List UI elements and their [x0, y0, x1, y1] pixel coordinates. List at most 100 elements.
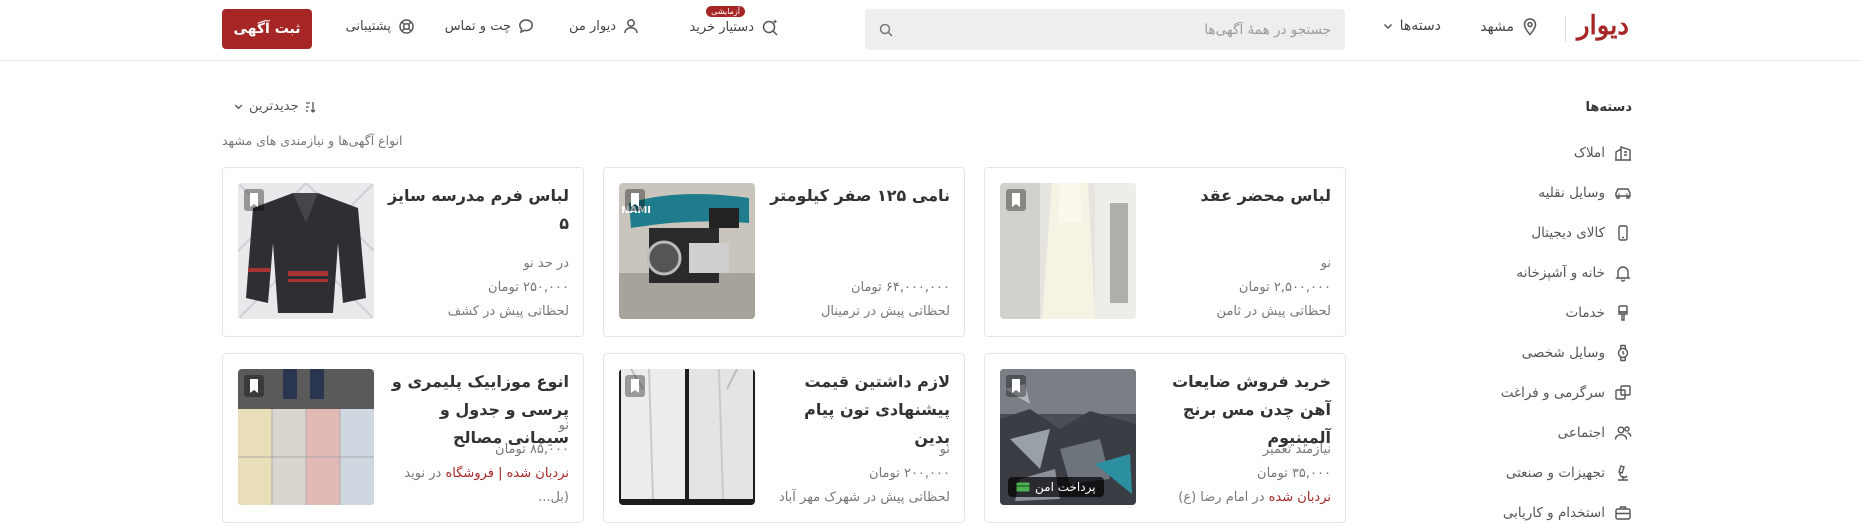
- car-icon: [1615, 188, 1631, 199]
- sidebar-item-services[interactable]: خدمات: [1462, 293, 1632, 333]
- listing-image-tiles[interactable]: [238, 369, 374, 505]
- listing-condition: نو: [1320, 256, 1331, 271]
- ladder-badge: نردبان شده | فروشگاه: [445, 466, 569, 481]
- sidebar-item-label: وسایل شخصی: [1521, 345, 1605, 361]
- sidebar-item-industrial[interactable]: تجهیزات و صنعتی: [1462, 453, 1632, 493]
- listing-condition: در حد نو: [523, 256, 569, 271]
- logo[interactable]: دیوار: [1577, 11, 1630, 41]
- sidebar-item-personal[interactable]: وسایل شخصی: [1462, 333, 1632, 373]
- listing-meta: در حد نو ۲۵۰,۰۰۰ تومان لحظاتی پیش در کشف: [383, 252, 569, 324]
- listing-card[interactable]: نامی ۱۲۵ صفر کیلومتر ۶۴,۰۰۰,۰۰۰ تومان لح…: [603, 167, 965, 337]
- bookmark-icon[interactable]: [625, 189, 645, 211]
- buy-assistant-label: دستیار خرید: [689, 19, 754, 35]
- sidebar-item-leisure[interactable]: سرگرمی و فراغت: [1462, 373, 1632, 413]
- header-divider: [1565, 16, 1566, 42]
- listing-card[interactable]: لباس فرم مدرسه سایز ۵ در حد نو ۲۵۰,۰۰۰ ت…: [222, 167, 584, 337]
- sidebar-item-home-kitchen[interactable]: خانه و آشپزخانه: [1462, 253, 1632, 293]
- listing-price: ۲۰۰,۰۰۰ تومان: [869, 466, 950, 481]
- location-pin-icon: [1523, 18, 1537, 36]
- post-ad-button[interactable]: ثبت آگهی: [222, 9, 312, 49]
- lifebuoy-icon: [399, 19, 414, 34]
- chevron-down-icon: [1383, 23, 1392, 30]
- people-icon: [1614, 426, 1632, 440]
- buy-assistant-link[interactable]: دستیار خرید آزمایشی: [689, 6, 779, 36]
- brush-icon: [1618, 305, 1628, 321]
- listings-grid: لباس محضر عقد نو ۲,۵۰۰,۰۰۰ تومان لحظاتی …: [222, 167, 1346, 523]
- listing-time-location: لحظاتی پیش در ثامن: [1216, 304, 1331, 319]
- listing-price: ۲,۵۰۰,۰۰۰ تومان: [1238, 280, 1331, 295]
- bookmark-icon[interactable]: [244, 189, 264, 211]
- support-link[interactable]: پشتیبانی: [346, 18, 415, 35]
- listing-card[interactable]: لازم داشتین قیمت پیشنهادی تون پیام بدین …: [603, 353, 965, 523]
- listing-price: ۳۵,۰۰۰ تومان: [1257, 466, 1331, 481]
- sidebar-item-label: املاک: [1573, 145, 1605, 161]
- sidebar-item-label: استخدام و کاریابی: [1502, 505, 1605, 521]
- listing-image-scrap-metal[interactable]: پرداخت امن: [1000, 369, 1136, 505]
- city-selector[interactable]: مشهد: [1480, 18, 1538, 36]
- listing-card[interactable]: خرید فروش ضایعات آهن چدن مس برنج آلمینیو…: [984, 353, 1346, 523]
- listing-time-location: لحظاتی پیش در شهرک مهر آباد: [778, 490, 950, 505]
- phone-icon: [1618, 225, 1628, 241]
- sidebar-item-digital[interactable]: کالای دیجیتال: [1462, 213, 1632, 253]
- chat-label: چت و تماس: [444, 18, 511, 34]
- card-icon: [1016, 482, 1030, 492]
- sidebar-item-real-estate[interactable]: املاک: [1462, 133, 1632, 173]
- listing-card[interactable]: لباس محضر عقد نو ۲,۵۰۰,۰۰۰ تومان لحظاتی …: [984, 167, 1346, 337]
- search-bar[interactable]: [865, 9, 1345, 50]
- sort-label: جدیدترین: [249, 99, 299, 114]
- listing-time-location: لحظاتی پیش در کشف: [447, 304, 569, 319]
- briefcase-icon: [1615, 506, 1631, 520]
- secure-payment-badge: پرداخت امن: [1008, 477, 1104, 497]
- bookmark-icon[interactable]: [1006, 189, 1026, 211]
- listing-price: ۲۵۰,۰۰۰ تومان: [488, 280, 569, 295]
- sidebar-item-label: وسایل نقلیه: [1538, 185, 1605, 201]
- chat-link[interactable]: چت و تماس: [445, 18, 534, 34]
- chat-bubble-icon: [519, 19, 533, 34]
- listing-card[interactable]: انوع موزاییک پلیمری و پرسی و جدول و سیما…: [222, 353, 584, 523]
- bookmark-icon[interactable]: [1006, 375, 1026, 397]
- microscope-icon: [1618, 465, 1628, 481]
- city-label: مشهد: [1480, 19, 1514, 35]
- sparkle-search-icon: [762, 19, 778, 36]
- sidebar-item-label: کالای دیجیتال: [1531, 225, 1605, 241]
- support-label: پشتیبانی: [345, 19, 391, 34]
- listing-title[interactable]: لباس محضر عقد: [1145, 182, 1331, 210]
- listing-meta: نو ۲,۵۰۰,۰۰۰ تومان لحظاتی پیش در ثامن: [1145, 252, 1331, 324]
- watch-icon: [1617, 344, 1629, 362]
- listing-image-motorcycle[interactable]: NAMI: [619, 183, 755, 319]
- listing-meta: نو ۸۵,۰۰۰ تومان نردبان شده | فروشگاه در …: [383, 414, 569, 510]
- sidebar-item-label: تجهیزات و صنعتی: [1505, 465, 1605, 481]
- listing-meta: ۶۴,۰۰۰,۰۰۰ تومان لحظاتی پیش در ترمینال: [764, 276, 950, 324]
- sidebar-item-social[interactable]: اجتماعی: [1462, 413, 1632, 453]
- bookmark-icon[interactable]: [244, 375, 264, 397]
- listing-time-location: لحظاتی پیش در ترمینال: [820, 304, 950, 319]
- listing-title[interactable]: نامی ۱۲۵ صفر کیلومتر: [764, 182, 950, 210]
- header: دیوار مشهد دسته‌ها دستیار خرید آزمایشی د…: [0, 0, 1860, 61]
- puzzle-icon: [1615, 385, 1631, 400]
- sort-dropdown[interactable]: جدیدترین: [233, 99, 318, 114]
- my-divar-link[interactable]: دیوار من: [569, 18, 639, 34]
- search-input[interactable]: [903, 21, 1331, 38]
- listing-title[interactable]: لباس فرم مدرسه سایز ۵: [383, 182, 569, 238]
- listing-price: ۶۴,۰۰۰,۰۰۰ تومان: [850, 280, 950, 295]
- listings-subtitle: انواع آگهی‌ها و نیازمندی های مشهد: [222, 133, 403, 148]
- ladder-badge: نردبان شده: [1268, 490, 1331, 505]
- categories-label: دسته‌ها: [1399, 18, 1441, 34]
- listing-condition: نو: [939, 442, 950, 457]
- chevron-down-icon: [234, 104, 243, 110]
- categories-dropdown[interactable]: دسته‌ها: [1382, 18, 1441, 34]
- sidebar-item-label: خدمات: [1565, 305, 1606, 321]
- bookmark-icon[interactable]: [625, 375, 645, 397]
- listing-time-location: نردبان شده | فروشگاه در نوید (بل...: [383, 462, 569, 510]
- categories-sidebar: دسته‌ها املاک وسایل نقلیه کالای دیجیتال …: [1462, 100, 1632, 526]
- sidebar-item-vehicles[interactable]: وسایل نقلیه: [1462, 173, 1632, 213]
- listing-image-school-uniform[interactable]: [238, 183, 374, 319]
- listing-condition: نو: [558, 418, 569, 433]
- listing-image-white-shirts[interactable]: [619, 369, 755, 505]
- beta-badge: آزمایشی: [706, 6, 745, 17]
- search-icon: [879, 23, 893, 37]
- sidebar-item-jobs[interactable]: استخدام و کاریابی: [1462, 493, 1632, 526]
- building-icon: [1615, 146, 1631, 161]
- listing-image-white-dress[interactable]: [1000, 183, 1136, 319]
- my-divar-label: دیوار من: [568, 18, 616, 34]
